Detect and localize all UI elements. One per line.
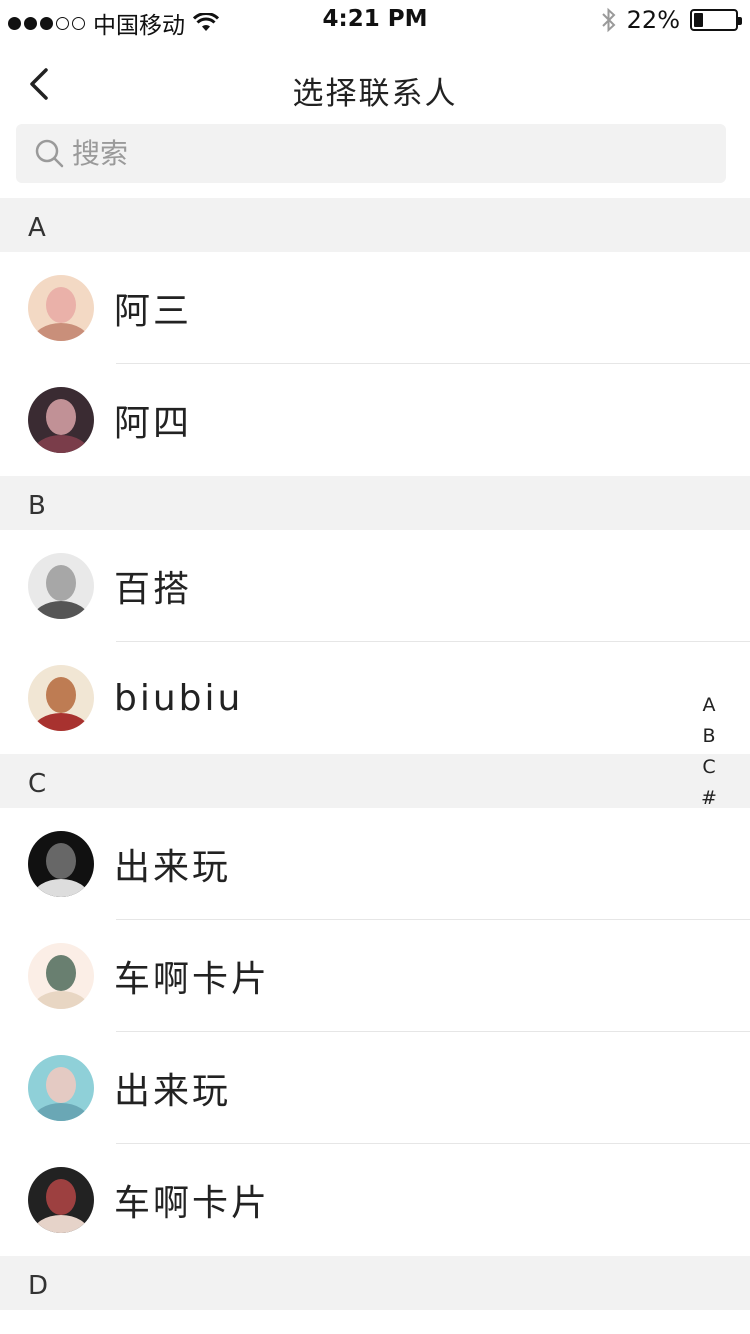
contact-name: 出来玩 <box>114 1071 232 1112</box>
contact-name: biubiu <box>114 677 244 719</box>
contact-row[interactable]: 车啊卡片 <box>0 1144 750 1256</box>
avatar <box>28 553 94 619</box>
contact-row[interactable]: 百搭 <box>0 530 750 642</box>
status-right: 22% <box>601 6 742 34</box>
avatar <box>28 1055 94 1121</box>
avatar <box>28 387 94 453</box>
index-letter[interactable]: B <box>702 721 715 752</box>
contact-row[interactable]: 阿三 <box>0 252 750 364</box>
battery-icon <box>690 9 742 31</box>
contact-row[interactable]: 阿四 <box>0 364 750 476</box>
section-header-d: D <box>0 1256 750 1310</box>
avatar <box>28 665 94 731</box>
section-header-a: A <box>0 198 750 252</box>
section-header-c: C <box>0 754 750 808</box>
search-icon <box>35 139 64 167</box>
contact-name: 车啊卡片 <box>114 1183 271 1224</box>
avatar <box>28 275 94 341</box>
contact-name: 阿四 <box>114 403 193 444</box>
contact-name: 阿三 <box>114 291 193 332</box>
section-header-b: B <box>0 476 750 530</box>
alphabet-index[interactable]: A B C # <box>696 690 722 814</box>
index-letter[interactable]: A <box>703 690 716 721</box>
contact-name: 出来玩 <box>114 847 232 888</box>
battery-percent: 22% <box>626 6 680 34</box>
contact-row[interactable]: biubiu <box>0 642 750 754</box>
contact-row[interactable]: 车啊卡片 <box>0 920 750 1032</box>
contact-list[interactable]: A 阿三 阿四 B 百搭 biubiu C 出来玩 车啊卡片 出来玩 车啊卡片 D <box>0 198 750 1310</box>
contact-row[interactable]: 出来玩 <box>0 1032 750 1144</box>
contact-row[interactable]: 出来玩 <box>0 808 750 920</box>
search-bar[interactable] <box>16 124 726 183</box>
status-bar: 中国移动 4:21 PM 22% <box>0 0 750 40</box>
search-input[interactable] <box>72 137 672 170</box>
bluetooth-icon <box>601 7 616 33</box>
avatar <box>28 1167 94 1233</box>
index-letter[interactable]: # <box>701 783 717 814</box>
page-title: 选择联系人 <box>292 76 458 112</box>
navigation-bar: 选择联系人 <box>0 40 750 128</box>
index-letter[interactable]: C <box>702 752 715 783</box>
avatar <box>28 831 94 897</box>
contact-name: 百搭 <box>114 569 193 610</box>
avatar <box>28 943 94 1009</box>
contact-name: 车啊卡片 <box>114 959 271 1000</box>
